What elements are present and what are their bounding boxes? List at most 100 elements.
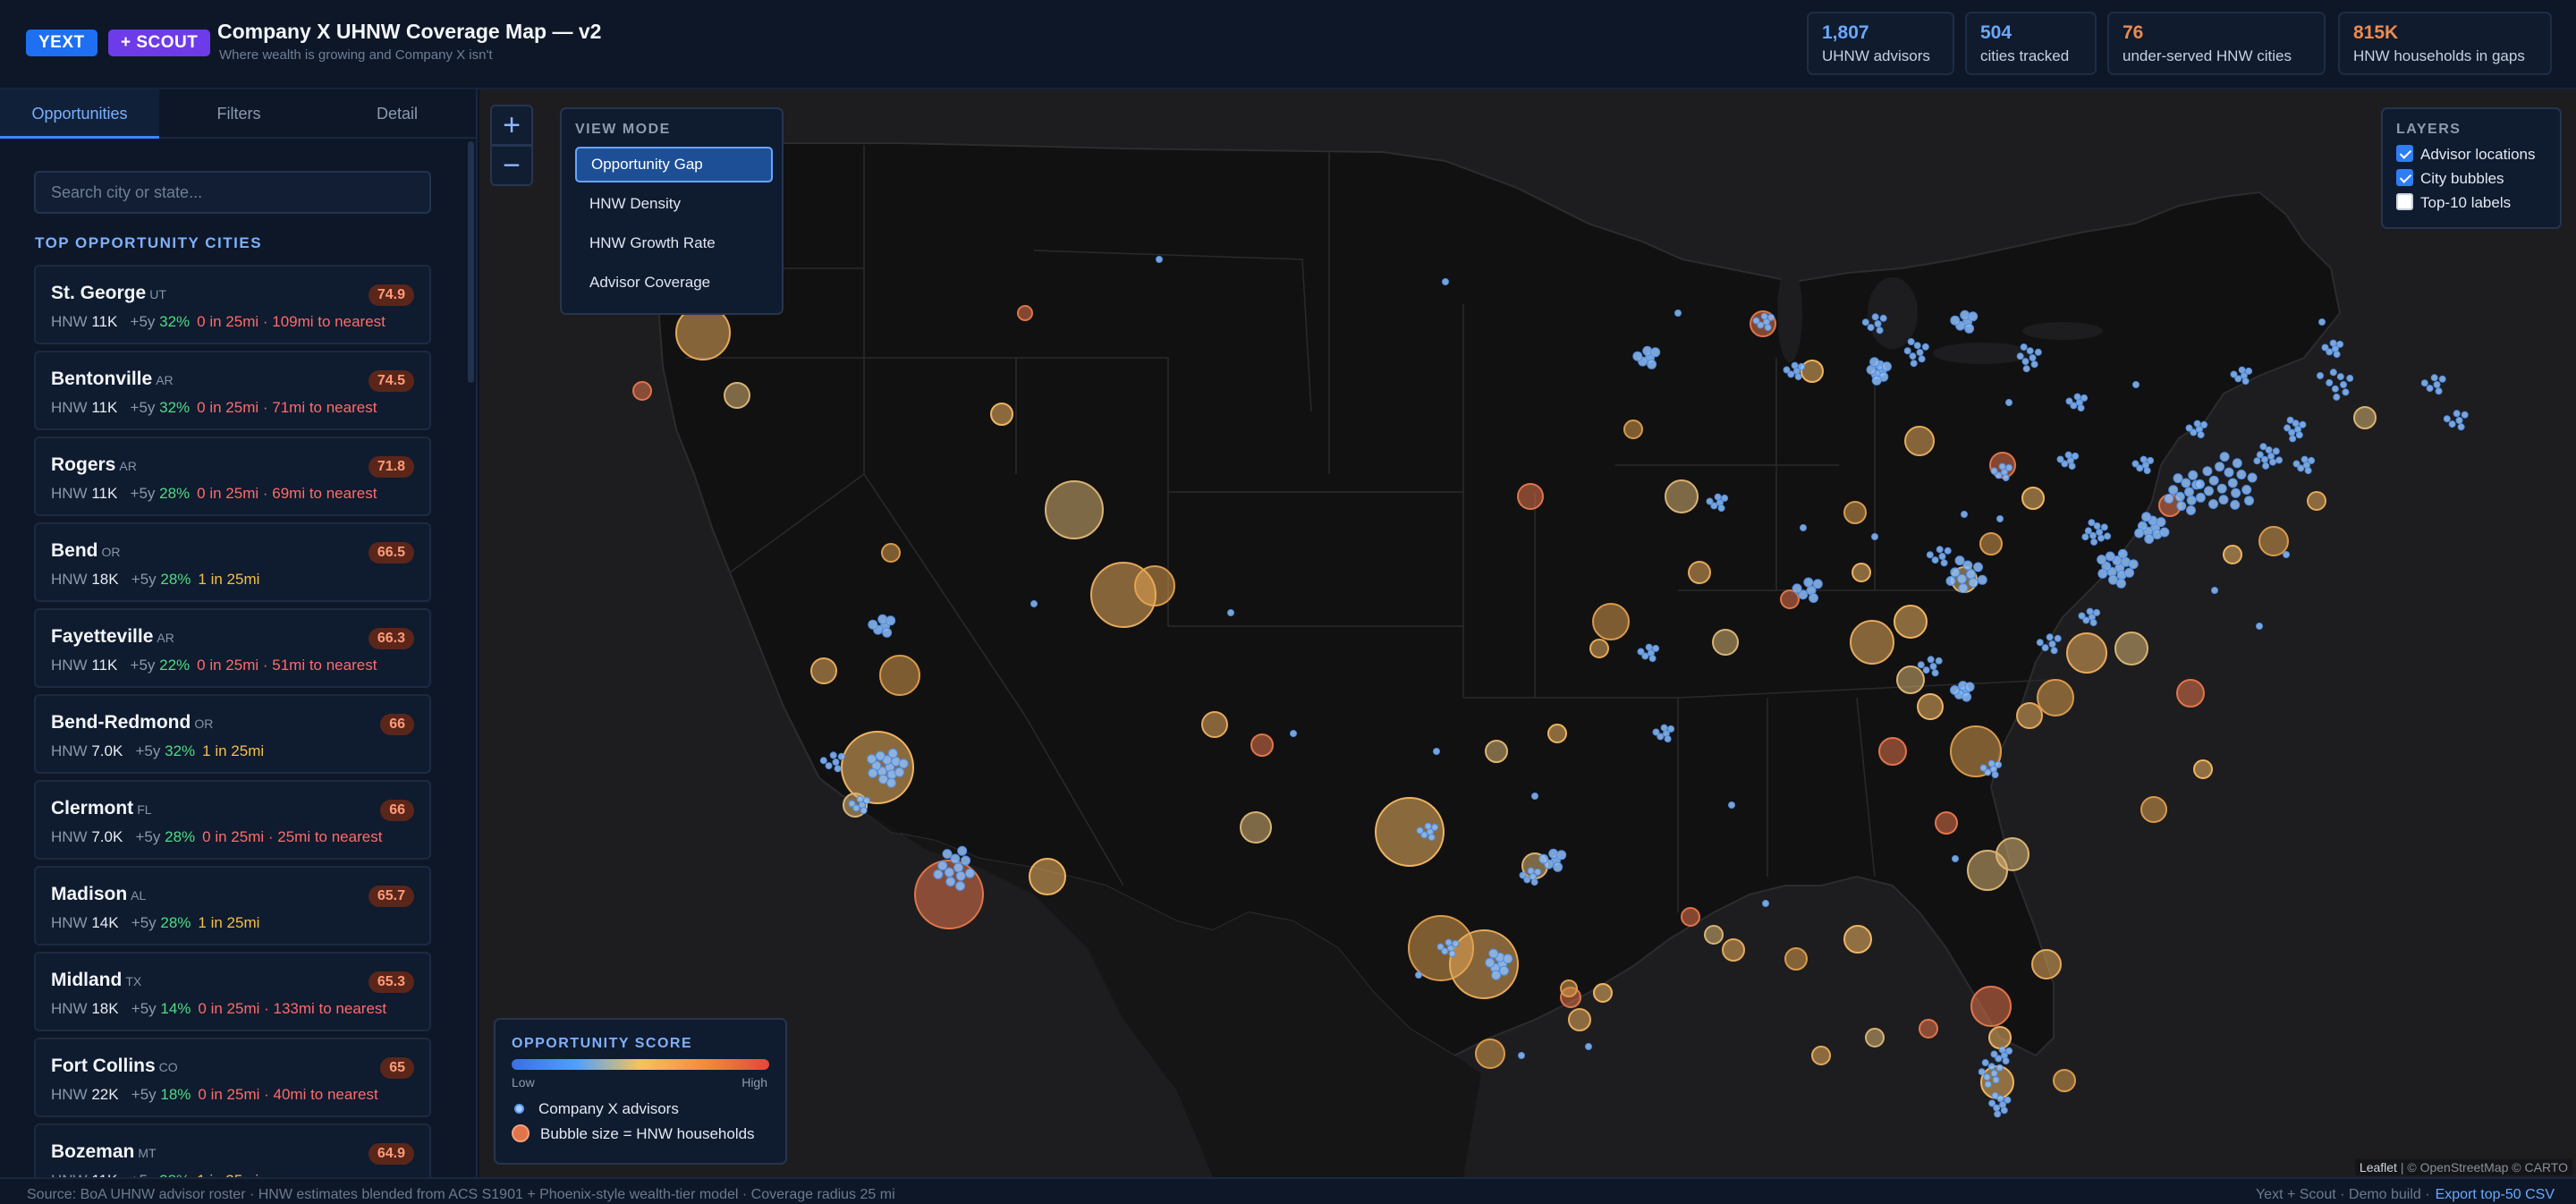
advisor-dot[interactable]	[2346, 374, 2354, 382]
city-bubble[interactable]	[1704, 925, 1724, 945]
tab-opportunities[interactable]: Opportunities	[0, 89, 159, 139]
advisor-dot[interactable]	[2185, 424, 2193, 432]
advisor-dot[interactable]	[1442, 278, 1449, 285]
advisor-dot[interactable]	[1936, 546, 1944, 554]
advisor-dot[interactable]	[1728, 801, 1735, 809]
advisor-dot[interactable]	[953, 862, 963, 873]
layer-top10-labels[interactable]: Top-10 labels	[2396, 193, 2511, 212]
advisor-dot[interactable]	[2140, 455, 2148, 463]
advisor-dot[interactable]	[2231, 488, 2241, 498]
city-bubble[interactable]	[2114, 632, 2148, 666]
advisor-dot[interactable]	[1913, 342, 1921, 350]
view-mode-hnw-density[interactable]: HNW Density	[575, 186, 773, 222]
advisor-dot[interactable]	[1527, 867, 1535, 875]
city-bubble[interactable]	[1935, 811, 1958, 835]
city-bubble[interactable]	[881, 543, 901, 563]
advisor-dot[interactable]	[2117, 548, 2128, 559]
city-bubble[interactable]	[1850, 620, 1894, 665]
city-bubble[interactable]	[1449, 929, 1519, 999]
city-bubble[interactable]	[1896, 666, 1925, 694]
city-bubble[interactable]	[1485, 740, 1508, 763]
advisor-dot[interactable]	[1752, 317, 1760, 325]
city-bubble[interactable]	[1592, 603, 1630, 640]
advisor-dot[interactable]	[1927, 656, 1935, 664]
advisor-dot[interactable]	[2308, 456, 2316, 464]
city-bubble[interactable]	[2053, 1069, 2076, 1092]
advisor-dot[interactable]	[2124, 567, 2135, 578]
advisor-dot[interactable]	[886, 777, 896, 788]
advisor-dot[interactable]	[1950, 567, 1961, 578]
view-mode-opportunity-gap[interactable]: Opportunity Gap	[575, 147, 773, 182]
advisor-dot[interactable]	[1433, 748, 1440, 755]
advisor-dot[interactable]	[1518, 1052, 1525, 1059]
advisor-dot[interactable]	[2144, 534, 2155, 544]
advisor-dot[interactable]	[950, 853, 961, 864]
advisor-dot[interactable]	[2086, 607, 2094, 615]
advisor-dot[interactable]	[1519, 871, 1527, 879]
advisor-dot[interactable]	[1445, 938, 1453, 946]
city-bubble[interactable]	[1029, 858, 1066, 895]
advisor-dot[interactable]	[2036, 639, 2044, 647]
advisor-dot[interactable]	[2200, 420, 2208, 428]
advisor-dot[interactable]	[2097, 555, 2107, 565]
advisor-dot[interactable]	[2426, 385, 2434, 393]
advisor-dot[interactable]	[878, 774, 888, 784]
us-map[interactable]	[479, 89, 2576, 1177]
view-mode-hnw-growth-rate[interactable]: HNW Growth Rate	[575, 225, 773, 261]
advisor-dot[interactable]	[2156, 517, 2166, 528]
advisor-dot[interactable]	[2241, 485, 2252, 495]
city-bubble[interactable]	[1593, 983, 1613, 1003]
city-bubble[interactable]	[1589, 639, 1609, 658]
advisor-dot[interactable]	[2073, 393, 2081, 401]
advisor-dot[interactable]	[1652, 644, 1660, 652]
advisor-dot[interactable]	[2005, 463, 2013, 471]
city-bubble[interactable]	[1919, 1019, 1938, 1039]
city-bubble[interactable]	[632, 381, 652, 401]
city-bubble[interactable]	[1201, 711, 1228, 738]
city-bubble[interactable]	[1240, 811, 1272, 844]
advisor-dot[interactable]	[1945, 576, 1956, 586]
advisor-dot[interactable]	[1642, 345, 1653, 356]
city-bubble[interactable]	[1865, 1028, 1885, 1047]
checkbox-unchecked[interactable]	[2396, 193, 2413, 210]
city-bubble[interactable]	[2193, 759, 2213, 779]
advisor-dot[interactable]	[1861, 318, 1869, 326]
advisor-dot[interactable]	[957, 845, 968, 856]
advisor-dot[interactable]	[2141, 512, 2152, 522]
advisor-dot[interactable]	[2216, 483, 2227, 494]
advisor-dot[interactable]	[2084, 527, 2092, 535]
advisor-dot[interactable]	[1995, 760, 2003, 768]
advisor-dot[interactable]	[2041, 644, 2049, 652]
advisor-dot[interactable]	[1987, 1063, 1996, 1071]
advisor-dot[interactable]	[2208, 475, 2219, 486]
advisor-dot[interactable]	[1499, 965, 1510, 976]
advisor-dot[interactable]	[2131, 460, 2140, 468]
advisor-dot[interactable]	[1783, 366, 1791, 374]
advisor-dot[interactable]	[1996, 1064, 2004, 1072]
city-card[interactable]: BozemanMT64.9HNW 11K +5y 28%1 in 25mi	[34, 1123, 431, 1177]
advisor-dot[interactable]	[955, 870, 966, 881]
zoom-in-button[interactable]: +	[490, 105, 533, 146]
advisor-dot[interactable]	[1503, 954, 1513, 964]
advisor-dot[interactable]	[825, 762, 833, 770]
advisor-dot[interactable]	[2304, 467, 2312, 475]
city-card[interactable]: Fayetteville AR 66.3 HNW 11K +5y 22% 0 in 25…	[34, 608, 431, 688]
advisor-dot[interactable]	[1996, 515, 2004, 522]
city-bubble[interactable]	[1784, 947, 1808, 971]
advisor-dot[interactable]	[2256, 623, 2263, 630]
advisor-dot[interactable]	[2336, 340, 2344, 348]
advisor-dot[interactable]	[882, 627, 893, 638]
advisor-dot[interactable]	[2026, 347, 2034, 355]
advisor-dot[interactable]	[2218, 495, 2229, 505]
advisor-dot[interactable]	[2159, 527, 2170, 538]
city-bubble[interactable]	[2021, 487, 2045, 510]
advisor-dot[interactable]	[2072, 452, 2080, 460]
advisor-dot[interactable]	[2056, 455, 2064, 463]
city-bubble[interactable]	[1547, 724, 1567, 743]
advisor-dot[interactable]	[2342, 388, 2350, 396]
advisor-dot[interactable]	[942, 849, 953, 860]
advisor-dot[interactable]	[1871, 533, 1878, 540]
advisor-dot[interactable]	[961, 855, 971, 866]
advisor-dot[interactable]	[2181, 478, 2191, 488]
advisor-dot[interactable]	[2096, 529, 2104, 536]
